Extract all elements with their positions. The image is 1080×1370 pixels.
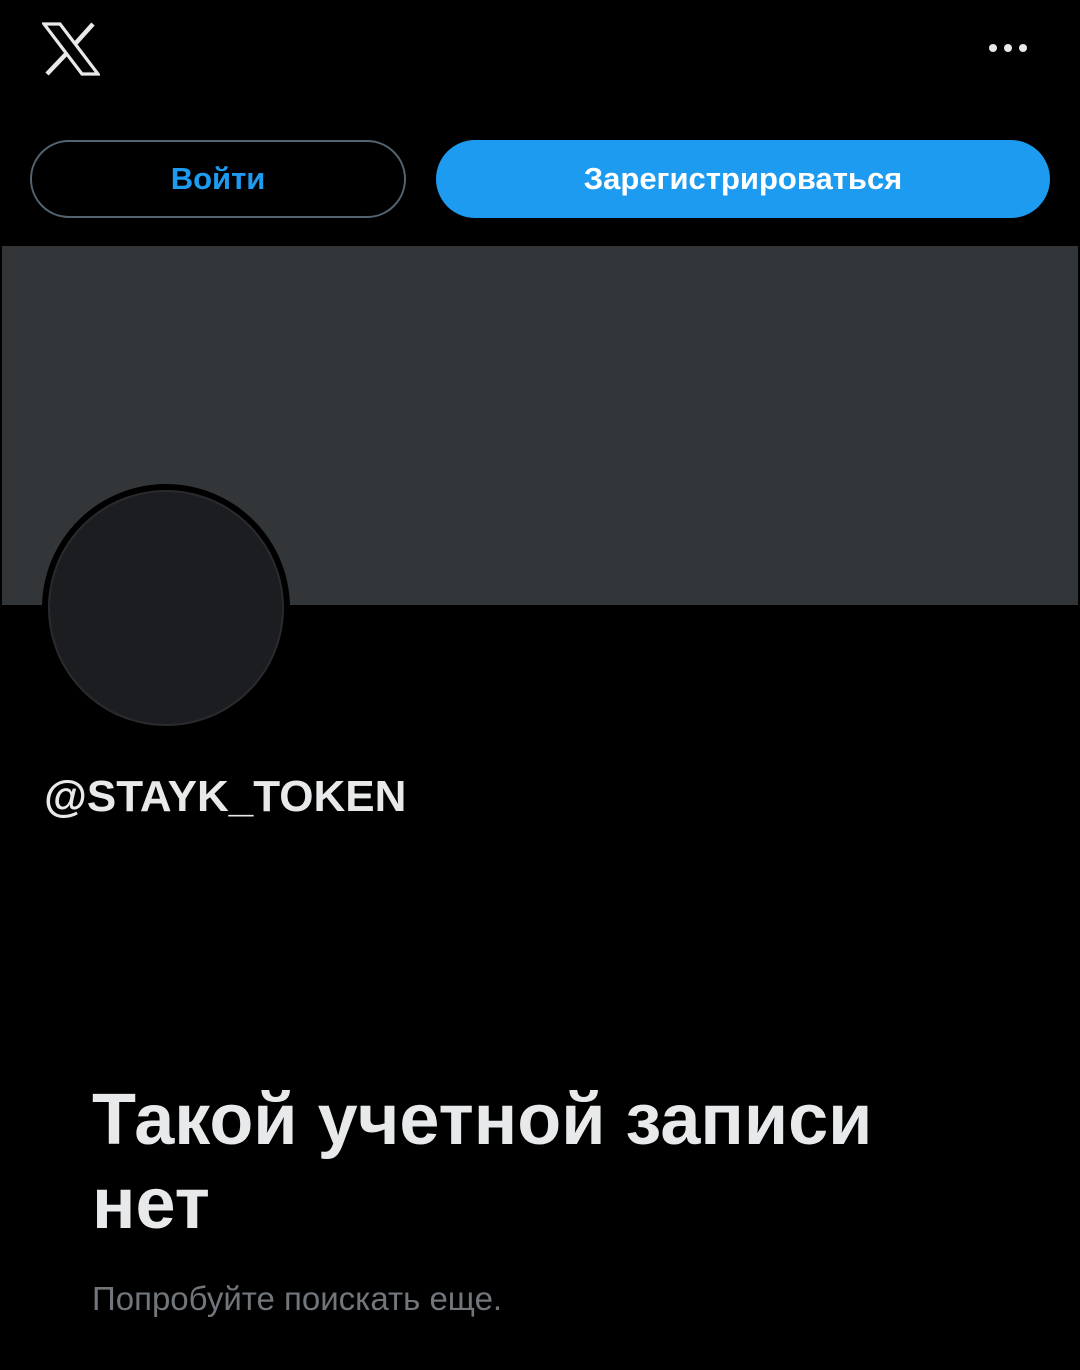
x-logo-icon[interactable] <box>40 22 102 76</box>
empty-state: Такой учетной записи нет Попробуйте поис… <box>92 1078 992 1318</box>
more-horizontal-icon <box>988 43 1028 53</box>
empty-state-subtitle: Попробуйте поискать еще. <box>92 1280 503 1317</box>
avatar <box>42 484 290 732</box>
top-bar <box>0 0 1080 110</box>
avatar-placeholder <box>48 490 284 726</box>
login-button-label: Войти <box>170 161 266 196</box>
login-button[interactable]: Войти <box>30 140 406 218</box>
signup-button-label: Зарегистрироваться <box>583 161 903 196</box>
signup-button[interactable]: Зарегистрироваться <box>436 140 1050 218</box>
profile-handle: @STAYK_TOKEN <box>44 772 407 821</box>
more-options-button[interactable] <box>986 30 1030 66</box>
auth-buttons: Войти Зарегистрироваться <box>0 140 1080 220</box>
empty-state-title: Такой учетной записи нет <box>92 1080 873 1244</box>
